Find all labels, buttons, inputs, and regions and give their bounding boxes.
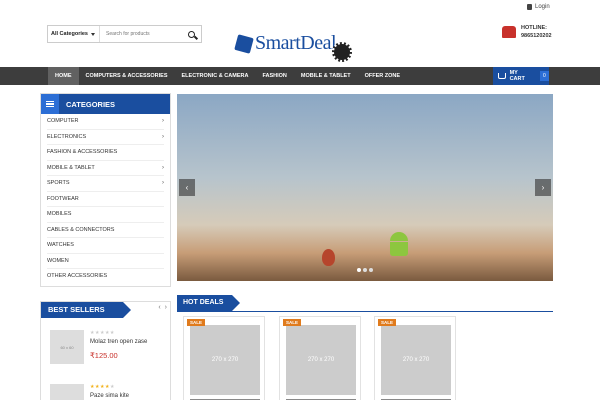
- product-thumb[interactable]: 60 x 60: [50, 330, 84, 364]
- category-item[interactable]: SPORTS ›: [47, 176, 164, 192]
- best-sellers-panel: BEST SELLERS ‹ › 60 x 60 ★★★★★ Molaz tre…: [40, 301, 171, 400]
- deal-card[interactable]: 270 x 270 SALE: [183, 316, 265, 400]
- hotline: HOTLINE: 9865120202: [502, 24, 552, 40]
- category-item[interactable]: WATCHES: [47, 238, 164, 254]
- category-item-label: MOBILE & TABLET: [47, 164, 95, 171]
- category-item-label: MOBILES: [47, 211, 72, 217]
- category-item[interactable]: CABLES & CONNECTORS: [47, 223, 164, 238]
- category-item[interactable]: WOMEN: [47, 254, 164, 269]
- deal-image[interactable]: 270 x 270: [190, 325, 260, 395]
- categories-title: CATEGORIES: [66, 99, 116, 109]
- chevron-right-icon: ›: [162, 133, 164, 140]
- main-nav: HOME COMPUTERS & ACCESSORIES ELECTRONIC …: [0, 67, 600, 85]
- product-price: ₹125.00: [90, 351, 118, 360]
- product-name[interactable]: Paze sima kite: [90, 393, 129, 399]
- caret-down-icon: [90, 32, 95, 36]
- nav-home[interactable]: HOME: [48, 67, 79, 85]
- categories-header: CATEGORIES: [41, 94, 170, 114]
- slider-dot[interactable]: [363, 268, 367, 272]
- slider-dot[interactable]: [369, 268, 373, 272]
- chevron-right-icon: ›: [162, 164, 164, 171]
- search-button[interactable]: [181, 26, 201, 42]
- rating-stars: ★★★★★: [90, 330, 115, 336]
- slider-next-button[interactable]: ›: [535, 179, 551, 196]
- deal-card[interactable]: 270 x 270 SALE: [279, 316, 361, 400]
- slider-dots: [357, 268, 373, 272]
- category-item[interactable]: MOBILES: [47, 207, 164, 223]
- hot-deals-section: HOT DEALS 270 x 270 SALE 270 x 270 SALE …: [177, 295, 553, 400]
- best-sellers-next-button[interactable]: ›: [165, 304, 167, 311]
- deal-image[interactable]: 270 x 270: [381, 325, 451, 395]
- category-item[interactable]: ELECTRONICS ›: [47, 130, 164, 145]
- chevron-right-icon: ›: [162, 118, 164, 124]
- category-item[interactable]: FOOTWEAR: [47, 192, 164, 207]
- search-input[interactable]: [100, 26, 181, 42]
- lock-icon: [527, 4, 532, 10]
- hot-deals-title: HOT DEALS: [177, 295, 240, 311]
- search-bar: All Categories: [47, 25, 202, 43]
- hotline-label: HOTLINE:: [521, 25, 547, 31]
- category-select-label: All Categories: [51, 31, 88, 37]
- nav-computers[interactable]: COMPUTERS & ACCESSORIES: [79, 67, 175, 85]
- nav-fashion[interactable]: FASHION: [255, 67, 293, 85]
- deal-card[interactable]: 270 x 270 SALE: [374, 316, 456, 400]
- category-item-label: WATCHES: [47, 242, 74, 248]
- category-item[interactable]: MOBILE & TABLET ›: [47, 161, 164, 176]
- cart-count-badge: 0: [539, 71, 549, 81]
- logo-text: SmartDeal: [255, 32, 337, 54]
- category-item-label: WOMEN: [47, 257, 69, 264]
- categories-panel: CATEGORIES COMPUTER › ELECTRONICS › FASHION …: [40, 93, 171, 287]
- nav-electronic-camera[interactable]: ELECTRONIC & CAMERA: [175, 67, 256, 85]
- category-item[interactable]: OTHER ACCESSORIES: [47, 269, 164, 285]
- category-item-label: CABLES & CONNECTORS: [47, 226, 115, 233]
- category-item-label: ELECTRONICS: [47, 133, 87, 140]
- login-label: Login: [535, 4, 550, 10]
- category-item[interactable]: COMPUTER ›: [47, 114, 164, 130]
- category-item-label: FASHION & ACCESSORIES: [47, 149, 118, 155]
- sale-badge: SALE: [187, 319, 206, 326]
- nav-mobile-tablet[interactable]: MOBILE & TABLET: [294, 67, 358, 85]
- cart-label: MY CART: [509, 70, 525, 82]
- deal-image[interactable]: 270 x 270: [286, 325, 356, 395]
- list-item[interactable]: 60 x 60 ★★★★★ Molaz tren open zase ₹125.…: [50, 330, 165, 364]
- android-graphic: [387, 232, 411, 262]
- site-logo[interactable]: SmartDeal: [234, 32, 353, 62]
- cart-icon: [498, 73, 506, 79]
- hero-slider: ‹ ›: [177, 94, 553, 281]
- slider-prev-button[interactable]: ‹: [179, 179, 195, 196]
- best-sellers-title: BEST SELLERS: [41, 302, 131, 318]
- nav-offer-zone[interactable]: OFFER ZONE: [358, 67, 407, 85]
- category-select[interactable]: All Categories: [48, 26, 100, 42]
- menu-icon: [41, 94, 59, 114]
- logo-seal-icon: [332, 42, 353, 62]
- category-item[interactable]: FASHION & ACCESSORIES: [47, 145, 164, 161]
- rating-stars: ★★★★★: [90, 384, 115, 390]
- product-thumb[interactable]: [50, 384, 84, 400]
- sale-badge: SALE: [378, 319, 397, 326]
- category-item-label: OTHER ACCESSORIES: [47, 273, 108, 279]
- search-icon: [187, 30, 195, 38]
- product-name[interactable]: Molaz tren open zase: [90, 339, 147, 345]
- logo-cube-icon: [234, 33, 254, 54]
- phone-icon: [502, 26, 516, 38]
- login-link[interactable]: Login: [527, 4, 550, 10]
- category-item-label: SPORTS: [47, 180, 70, 186]
- balloon-graphic: [322, 249, 335, 266]
- category-item-label: FOOTWEAR: [47, 195, 79, 202]
- best-sellers-prev-button[interactable]: ‹: [158, 304, 160, 311]
- hotline-number: 9865120202: [521, 33, 552, 39]
- chevron-right-icon: ›: [162, 180, 164, 186]
- categories-list: COMPUTER › ELECTRONICS › FASHION & ACCESSORI…: [41, 114, 170, 285]
- sale-badge: SALE: [283, 319, 302, 326]
- slider-dot[interactable]: [357, 268, 361, 272]
- category-item-label: COMPUTER: [47, 118, 79, 124]
- cart-button[interactable]: MY CART 0: [493, 67, 549, 85]
- list-item[interactable]: ★★★★★ Paze sima kite: [50, 384, 165, 400]
